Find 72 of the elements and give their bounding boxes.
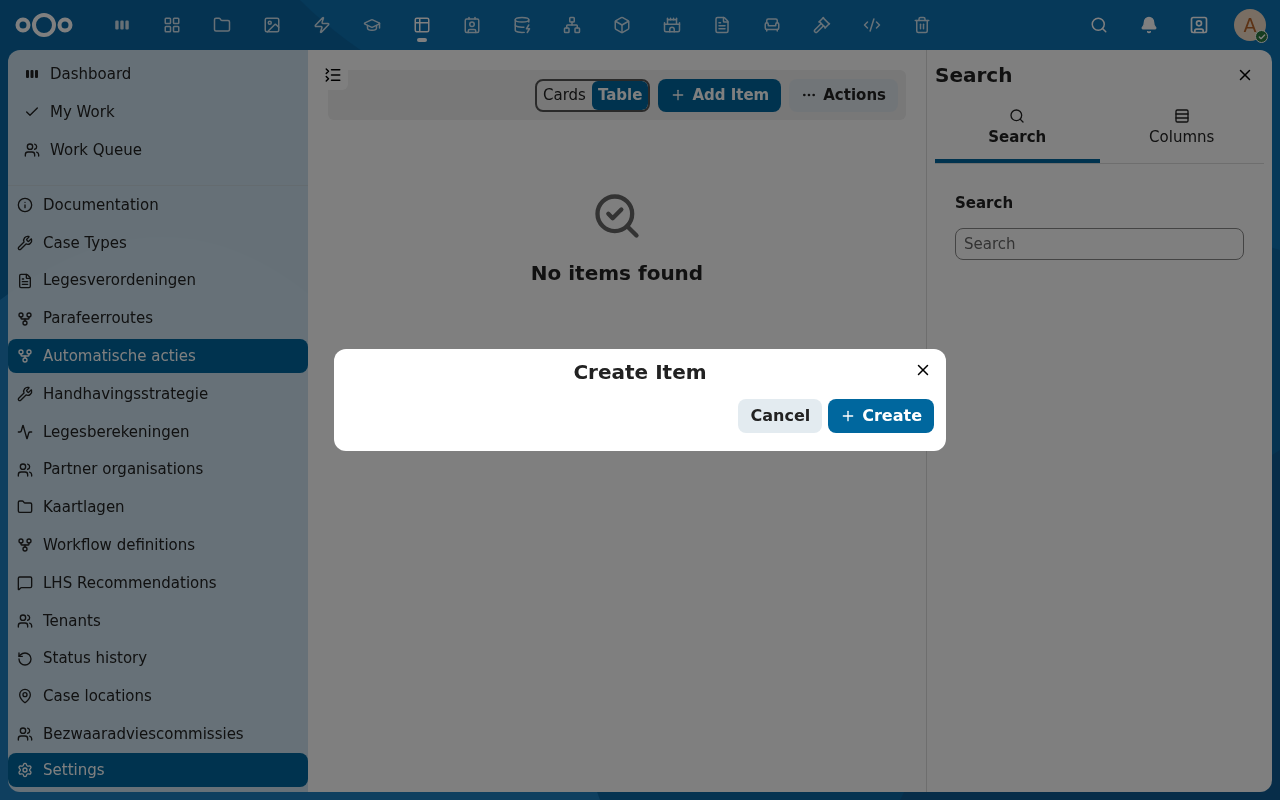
castle-icon	[663, 16, 681, 34]
menu-icon	[324, 66, 342, 84]
lightning-icon	[313, 16, 331, 34]
create-button[interactable]: Create	[828, 399, 934, 433]
users-icon	[17, 461, 33, 478]
graduation-cap-icon	[363, 16, 381, 34]
panel-title: Search	[935, 62, 1013, 89]
cancel-button[interactable]: Cancel	[738, 399, 823, 433]
dialog-title: Create Item	[573, 359, 707, 386]
wrench-icon	[17, 234, 33, 251]
contacts-icon[interactable]	[1189, 15, 1209, 35]
view-tab[interactable]: Cards	[537, 80, 592, 110]
info-icon	[17, 197, 33, 214]
trash-icon	[913, 16, 931, 34]
branch-icon	[17, 310, 33, 327]
bell-icon[interactable]	[1140, 16, 1158, 34]
gavel-icon	[813, 16, 831, 34]
nav-item[interactable]: My Work	[8, 93, 308, 131]
view-tab[interactable]: Table	[591, 80, 649, 110]
search-icon[interactable]	[1090, 16, 1108, 34]
document-icon	[713, 16, 731, 34]
nav-item[interactable]: Kaartlagen	[8, 490, 308, 525]
settings-icon	[17, 762, 33, 779]
image-icon	[263, 16, 281, 34]
empty-message: No items found	[530, 260, 704, 287]
folder-icon	[213, 16, 231, 34]
database-icon	[513, 16, 531, 34]
settings-item[interactable]: Settings	[8, 753, 308, 787]
message-icon	[17, 575, 33, 592]
nav-item[interactable]: Documentation	[8, 188, 308, 222]
history-icon	[17, 650, 33, 667]
activity-icon	[17, 423, 33, 440]
nav-item[interactable]: Workflow definitions	[8, 528, 308, 563]
columns-icon	[1173, 108, 1190, 124]
nav-item[interactable]: Work Queue	[8, 131, 308, 169]
users-icon	[17, 726, 33, 743]
nav-item[interactable]: LHS Recommendations	[8, 566, 308, 600]
nav-item[interactable]: Bezwaaradviescommissies	[8, 717, 308, 752]
panel-tab[interactable]: Columns	[1099, 108, 1264, 163]
network-icon	[563, 16, 581, 34]
nav-item[interactable]: Handhavingsstrategie	[8, 377, 308, 411]
nav-item[interactable]: Automatische acties	[8, 339, 308, 374]
search-icon	[1009, 108, 1026, 124]
nav-item[interactable]: Dashboard	[8, 55, 308, 93]
map-pin-icon	[17, 688, 33, 705]
grid-icon	[163, 16, 181, 34]
cube-icon	[613, 16, 631, 34]
panel-tab[interactable]: Search	[935, 108, 1100, 163]
logo-icon[interactable]	[14, 10, 74, 40]
actions-button[interactable]: Actions	[789, 78, 898, 112]
add-item-button[interactable]: Add Item	[658, 78, 782, 112]
wrench-icon	[17, 386, 33, 403]
users-icon	[17, 612, 33, 629]
branch-icon	[17, 537, 33, 554]
active-indicator	[417, 38, 427, 42]
nav-item[interactable]: Parafeerroutes	[8, 301, 308, 336]
branch-icon	[17, 348, 33, 365]
document-icon	[17, 272, 33, 289]
nav-item[interactable]: Case locations	[8, 679, 308, 714]
nav-item[interactable]: Legesverordeningen	[8, 263, 308, 298]
nav-item[interactable]: Legesberekeningen	[8, 415, 308, 449]
nav-item[interactable]: Status history	[8, 641, 308, 676]
search-field[interactable]: Search	[955, 228, 1244, 260]
contact-icon	[463, 16, 481, 34]
table-icon	[413, 16, 431, 34]
nav-item[interactable]: Partner organisations	[8, 452, 308, 487]
nav-item[interactable]: Case Types	[8, 226, 308, 260]
nav-item[interactable]: Tenants	[8, 604, 308, 638]
code-icon	[863, 16, 881, 34]
folder-icon	[17, 499, 33, 516]
users-icon	[24, 142, 40, 158]
section-label: Search	[955, 192, 1015, 214]
